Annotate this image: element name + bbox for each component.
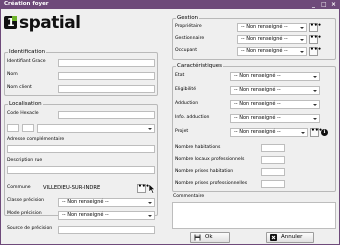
proprietaire-select[interactable]: -- Non renseigné -- [237, 23, 307, 32]
chevron-down-icon [300, 39, 304, 41]
projet-lookup-button[interactable]: ••• [310, 128, 323, 137]
chevron-down-icon [300, 51, 304, 53]
source-label: Source de précision [7, 226, 53, 231]
classe-label: Classe précision [7, 198, 45, 203]
identification-legend: Identification [8, 49, 47, 55]
chevron-down-icon [313, 90, 317, 92]
mode-select[interactable]: -- Non renseigné -- [58, 211, 155, 220]
eligibilite-label: Eligibilité [175, 87, 197, 92]
street-type-select[interactable] [37, 124, 155, 133]
proprietaire-lookup-button[interactable]: ••• [309, 23, 322, 32]
proprietaire-label: Propriétaire [175, 24, 202, 29]
window-titlebar[interactable]: Création foyer _ □ × [0, 0, 340, 9]
occupant-label: Occupant [175, 48, 198, 53]
info-icon[interactable]: i [321, 129, 328, 136]
nb-habitations-label: Nombre habitations [175, 145, 221, 150]
eligibilite-select[interactable]: -- Non renseigné -- [230, 86, 320, 95]
ok-label: Ok [205, 234, 213, 240]
description-label: Description rue [7, 158, 43, 163]
chevron-down-icon [148, 202, 152, 204]
gestionnaire-lookup-button[interactable]: ••• [309, 35, 322, 44]
nb-prises-habitation-field[interactable] [261, 168, 285, 176]
nb-prises-habitation-label: Nombre prises habitation [175, 169, 234, 174]
info-adduction-label: Info. adduction [175, 115, 210, 120]
adduction-select[interactable]: -- Non renseigné -- [230, 100, 320, 109]
etat-select[interactable]: -- Non renseigné -- [230, 72, 320, 81]
logo-wordmark: spatial [19, 13, 81, 33]
localisation-legend: Localisation [8, 101, 43, 107]
nb-locaux-field[interactable] [261, 156, 285, 164]
code-hexacle-label: Code Hexacle [7, 111, 39, 116]
commune-lookup-button[interactable]: ••• [137, 184, 150, 193]
info-adduction-select[interactable]: -- Non renseigné -- [230, 114, 320, 123]
ok-button[interactable]: Ok [190, 232, 230, 243]
nb-habitations-field[interactable] [261, 144, 285, 152]
adduction-label: Adduction [175, 101, 199, 106]
logo-badge: 1 [4, 16, 17, 29]
chevron-down-icon [148, 128, 152, 130]
projet-label: Projet [175, 129, 189, 134]
cursor-icon [148, 183, 156, 194]
cancel-button[interactable]: Annuler [266, 232, 314, 243]
nb-locaux-label: Nombre locaux professionnels [175, 157, 245, 162]
cancel-label: Annuler [281, 234, 303, 240]
gestionnaire-select[interactable]: -- Non renseigné -- [237, 35, 307, 44]
source-field[interactable] [58, 226, 155, 234]
maximize-icon[interactable]: □ [321, 0, 327, 9]
save-icon [194, 234, 201, 241]
commune-label: Commune [7, 185, 31, 190]
description-field[interactable] [7, 166, 155, 174]
commentaire-textarea[interactable] [172, 202, 336, 229]
mode-label: Mode précision [7, 211, 42, 216]
gestionnaire-label: Gestionnaire [175, 36, 205, 41]
chevron-down-icon [300, 27, 304, 29]
caracteristiques-legend: Caractéristiques [176, 63, 223, 69]
chevron-down-icon [148, 215, 152, 217]
nb-prises-pro-field[interactable] [261, 180, 285, 188]
minimize-icon[interactable]: _ [312, 0, 315, 9]
window-title: Création foyer [4, 1, 49, 7]
projet-select[interactable]: -- Non renseigné -- [230, 128, 308, 137]
nom-field[interactable] [58, 72, 155, 80]
adresse-label: Adresse complémentaire [7, 137, 65, 142]
classe-select[interactable]: -- Non renseigné -- [58, 198, 155, 207]
chevron-down-icon [301, 132, 305, 134]
close-icon [270, 234, 277, 241]
adresse-field[interactable] [7, 145, 155, 153]
chevron-down-icon [313, 104, 317, 106]
close-icon[interactable]: × [331, 0, 336, 9]
nom-label: Nom [7, 72, 18, 77]
nb-prises-pro-label: Nombre prises professionnelles [175, 181, 248, 186]
occupant-select[interactable]: -- Non renseigné -- [237, 47, 307, 56]
street-number-field[interactable] [7, 124, 19, 132]
nom-client-label: Nom client [7, 85, 32, 90]
identifiant-label: Identifiant Grace [7, 59, 46, 64]
chevron-down-icon [313, 76, 317, 78]
gestion-legend: Gestion [176, 15, 200, 21]
code-hexacle-field[interactable] [58, 111, 155, 119]
chevron-down-icon [313, 118, 317, 120]
commune-value: VILLEDIEU-SUR-INDRE [43, 185, 101, 191]
identifiant-field[interactable] [58, 59, 155, 67]
logo-corner [12, 16, 17, 21]
nom-client-field[interactable] [58, 85, 155, 93]
commentaire-label: Commentaire [173, 194, 205, 199]
occupant-lookup-button[interactable]: ••• [309, 47, 322, 56]
street-suffix-field[interactable] [22, 124, 34, 132]
etat-label: Etat [175, 73, 185, 78]
